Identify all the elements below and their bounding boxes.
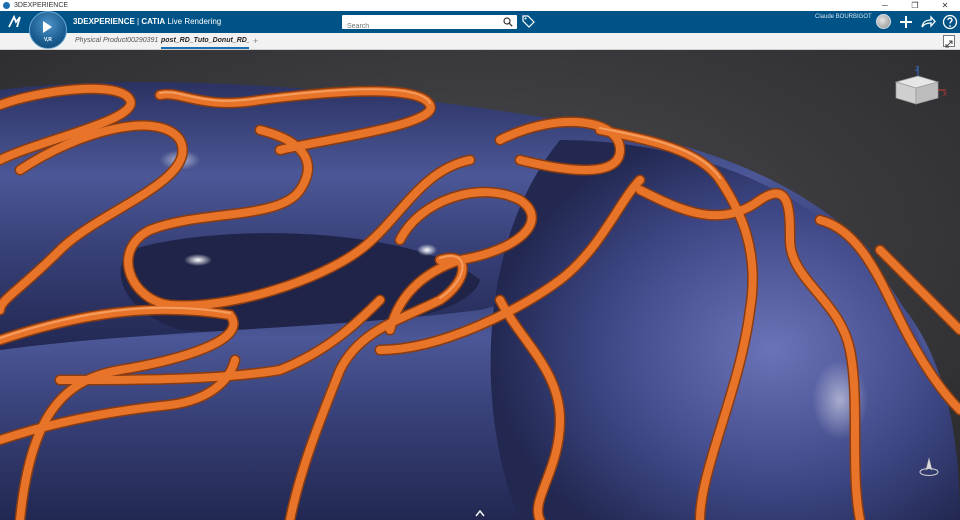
search-box[interactable] xyxy=(342,15,517,34)
brand-prefix: 3D xyxy=(73,17,84,26)
mini-compass-icon[interactable] xyxy=(918,456,940,478)
add-tab-button[interactable]: + xyxy=(253,33,258,49)
fullscreen-icon[interactable] xyxy=(943,35,955,48)
tab-donut-model[interactable]: post_RD_Tuto_Donut_RD_1 xyxy=(161,33,249,49)
top-bar: 3DEXPERIENCE | CATIA Live Rendering Clau… xyxy=(0,11,960,34)
search-icon[interactable] xyxy=(503,17,513,27)
chevron-up-icon[interactable] xyxy=(474,508,486,518)
add-icon[interactable] xyxy=(898,14,914,30)
specular-highlight xyxy=(184,254,212,266)
rendered-scene[interactable] xyxy=(0,50,960,520)
axis-x-label: X xyxy=(943,92,947,98)
tab-bar: Physical Product00290391 post_RD_Tuto_Do… xyxy=(0,33,960,50)
axis-z-label: Z xyxy=(915,67,919,73)
help-icon[interactable] xyxy=(942,14,958,30)
close-button[interactable]: ✕ xyxy=(930,0,960,11)
app-icon xyxy=(3,2,10,9)
restore-button[interactable]: ❐ xyxy=(900,0,930,11)
play-icon xyxy=(43,21,52,33)
brand-title: 3DEXPERIENCE | CATIA Live Rendering xyxy=(73,11,221,33)
user-name[interactable]: Claude BOURBIGOT xyxy=(815,14,872,20)
brand-module: Live Rendering xyxy=(165,17,222,26)
window-titlebar: 3DEXPERIENCE ─ ❐ ✕ xyxy=(0,0,960,11)
avatar[interactable] xyxy=(876,14,891,29)
view-cube-icon[interactable]: Z X xyxy=(890,62,950,112)
tab-physical-product[interactable]: Physical Product00290391 xyxy=(75,33,158,49)
share-icon[interactable] xyxy=(920,14,936,30)
window-controls: ─ ❐ ✕ xyxy=(870,0,960,11)
minimize-button[interactable]: ─ xyxy=(870,0,900,11)
tag-icon[interactable] xyxy=(522,15,535,28)
window-title: 3DEXPERIENCE xyxy=(14,2,69,9)
search-input[interactable] xyxy=(342,19,497,34)
brand-main: EXPERIENCE xyxy=(83,17,135,26)
specular-highlight xyxy=(417,244,437,256)
compass-button[interactable]: V,R xyxy=(29,11,67,49)
3d-viewport[interactable] xyxy=(0,50,960,520)
compass-version: V,R xyxy=(44,37,52,43)
brand-app: CATIA xyxy=(141,17,166,26)
ds-logo-icon[interactable] xyxy=(6,13,24,31)
